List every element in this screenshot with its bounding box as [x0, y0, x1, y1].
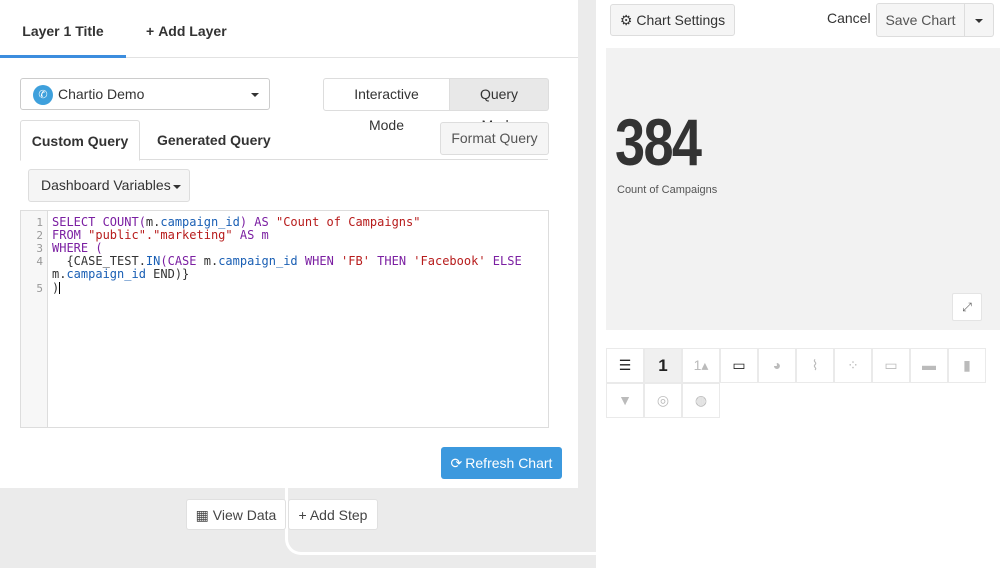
query-editor-panel: Layer 1 Title + Add Layer ✆ Chartio Demo … — [0, 0, 578, 488]
tab-layer-1[interactable]: Layer 1 Title — [0, 0, 126, 58]
expand-icon[interactable]: ⤢ — [952, 293, 982, 321]
tab-custom-query[interactable]: Custom Query — [20, 120, 140, 161]
view-data-button[interactable]: ▦ View Data — [186, 499, 286, 530]
gear-icon: ⚙ — [619, 12, 633, 28]
datasource-select[interactable]: ✆ Chartio Demo — [20, 78, 270, 110]
view-data-label: View Data — [212, 507, 277, 523]
bar-chart-icon[interactable]: ▮ — [948, 348, 986, 383]
chart-settings-label: Chart Settings — [636, 12, 726, 28]
chart-preview-panel: ⚙ Chart Settings Cancel Save Chart 384 C… — [596, 0, 1000, 568]
chevron-down-icon — [251, 93, 259, 97]
chart-settings-button[interactable]: ⚙ Chart Settings — [610, 4, 735, 36]
caret-down-icon — [173, 185, 181, 189]
save-chart-button[interactable]: Save Chart — [876, 3, 965, 37]
chartio-logo-icon: ✆ — [33, 85, 53, 105]
globe-chart-icon[interactable]: ◎ — [644, 383, 682, 418]
chart-type-picker: ☰ 1 1▴ ▭ ◕ ⌇ ⁘ ▭ ▬ ▮ ▼ ◎ ◍ — [606, 348, 990, 418]
refresh-chart-label: Refresh Chart — [465, 455, 553, 471]
plus-icon: + — [146, 23, 155, 39]
table-icon: ▦ — [195, 507, 209, 523]
line-number: 2 — [36, 229, 43, 242]
add-step-label: Add Step — [309, 507, 368, 523]
add-step-button[interactable]: + Add Step — [288, 499, 378, 530]
interactive-mode-button[interactable]: Interactive Mode — [323, 78, 450, 133]
text-cursor — [59, 282, 61, 294]
sql-editor[interactable]: 1 2 3 4 5 SELECT COUNT(m.campaign_id) AS… — [20, 210, 549, 428]
scatter-chart-icon[interactable]: ⁘ — [834, 348, 872, 383]
plus-icon: + — [298, 507, 307, 523]
mode-toggle: Interactive Mode Query Mode — [323, 78, 549, 133]
add-layer-label: Add Layer — [158, 23, 227, 39]
refresh-chart-button[interactable]: ⟳ Refresh Chart — [441, 447, 562, 479]
single-value-chart-icon[interactable]: 1 — [644, 348, 682, 383]
line-number-gutter: 1 2 3 4 5 — [21, 211, 48, 427]
chart-preview: 384 Count of Campaigns ⤢ — [606, 48, 1000, 330]
tab-generated-query[interactable]: Generated Query — [157, 120, 271, 160]
dashboard-variables-label: Dashboard Variables — [41, 177, 171, 193]
line-chart-icon[interactable]: ⌇ — [796, 348, 834, 383]
map-chart-icon[interactable]: ◍ — [682, 383, 720, 418]
funnel-chart-icon[interactable]: ▼ — [606, 383, 644, 418]
line-number: 1 — [36, 216, 43, 229]
line-number: 4 — [36, 255, 43, 268]
format-query-button[interactable]: Format Query — [440, 122, 549, 155]
query-mode-button[interactable]: Query Mode — [450, 78, 549, 133]
progress-chart-icon[interactable]: ▭ — [720, 348, 758, 383]
code-line: m.campaign_id END)} — [52, 267, 190, 281]
table-chart-icon[interactable]: ☰ — [606, 348, 644, 383]
line-number: 5 — [36, 282, 43, 295]
layer-tabs: Layer 1 Title + Add Layer — [0, 0, 578, 58]
save-chart-group: Save Chart — [876, 3, 994, 37]
single-value-number: 384 — [615, 105, 702, 179]
dashboard-variables-dropdown[interactable]: Dashboard Variables — [28, 169, 190, 202]
code-line: ) — [52, 281, 61, 295]
single-value-trend-chart-icon[interactable]: 1▴ — [682, 348, 720, 383]
cancel-button[interactable]: Cancel — [827, 10, 871, 26]
single-value-label: Count of Campaigns — [617, 184, 718, 196]
area-filled-chart-icon[interactable]: ▬ — [910, 348, 948, 383]
pipeline-connector-line — [300, 552, 596, 555]
pie-chart-icon[interactable]: ◕ — [758, 348, 796, 383]
refresh-icon: ⟳ — [450, 455, 463, 471]
datasource-label: Chartio Demo — [58, 86, 145, 102]
chevron-down-icon — [975, 19, 983, 23]
save-options-dropdown[interactable] — [965, 3, 994, 37]
line-number: 3 — [36, 242, 43, 255]
area-chart-icon[interactable]: ▭ — [872, 348, 910, 383]
add-layer-button[interactable]: + Add Layer — [146, 0, 246, 58]
